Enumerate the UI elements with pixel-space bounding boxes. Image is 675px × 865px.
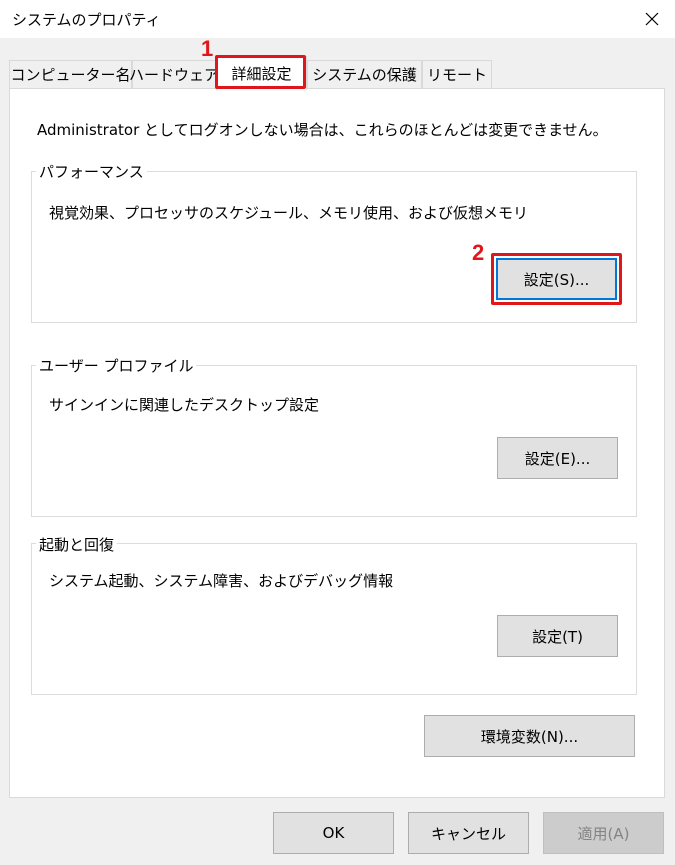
startup-recovery-description: システム起動、システム障害、およびデバッグ情報 [49,572,394,590]
close-button[interactable] [628,0,675,38]
group-user-profile-label: ユーザー プロファイル [36,355,197,376]
performance-description: 視覚効果、プロセッサのスケジュール、メモリ使用、および仮想メモリ [49,204,528,222]
highlight-tab-advanced [215,55,306,89]
close-icon [645,12,658,26]
tab-remote[interactable]: リモート [422,60,492,88]
startup-recovery-settings-button[interactable]: 設定(T) [497,615,618,657]
step-number-2: 2 [472,240,485,265]
title-bar: システムのプロパティ [0,0,675,38]
apply-button[interactable]: 適用(A) [543,812,664,854]
ok-button[interactable]: OK [273,812,394,854]
tab-hardware[interactable]: ハードウェア [129,60,219,88]
cancel-button[interactable]: キャンセル [408,812,529,854]
tab-system-protection[interactable]: システムの保護 [307,60,422,88]
step-number-1: 1 [201,36,214,61]
group-performance-label: パフォーマンス [36,161,147,182]
environment-variables-button[interactable]: 環境変数(N)... [424,715,635,757]
highlight-performance-settings [491,253,622,305]
window-title: システムのプロパティ [12,11,161,29]
admin-note: Administrator としてログオンしない場合は、これらのほとんどは変更で… [37,121,608,139]
user-profile-settings-button[interactable]: 設定(E)... [497,437,618,479]
tab-computer-name[interactable]: コンピューター名 [9,60,132,88]
group-startup-recovery-label: 起動と回復 [36,534,118,555]
user-profile-description: サインインに関連したデスクトップ設定 [49,396,320,414]
